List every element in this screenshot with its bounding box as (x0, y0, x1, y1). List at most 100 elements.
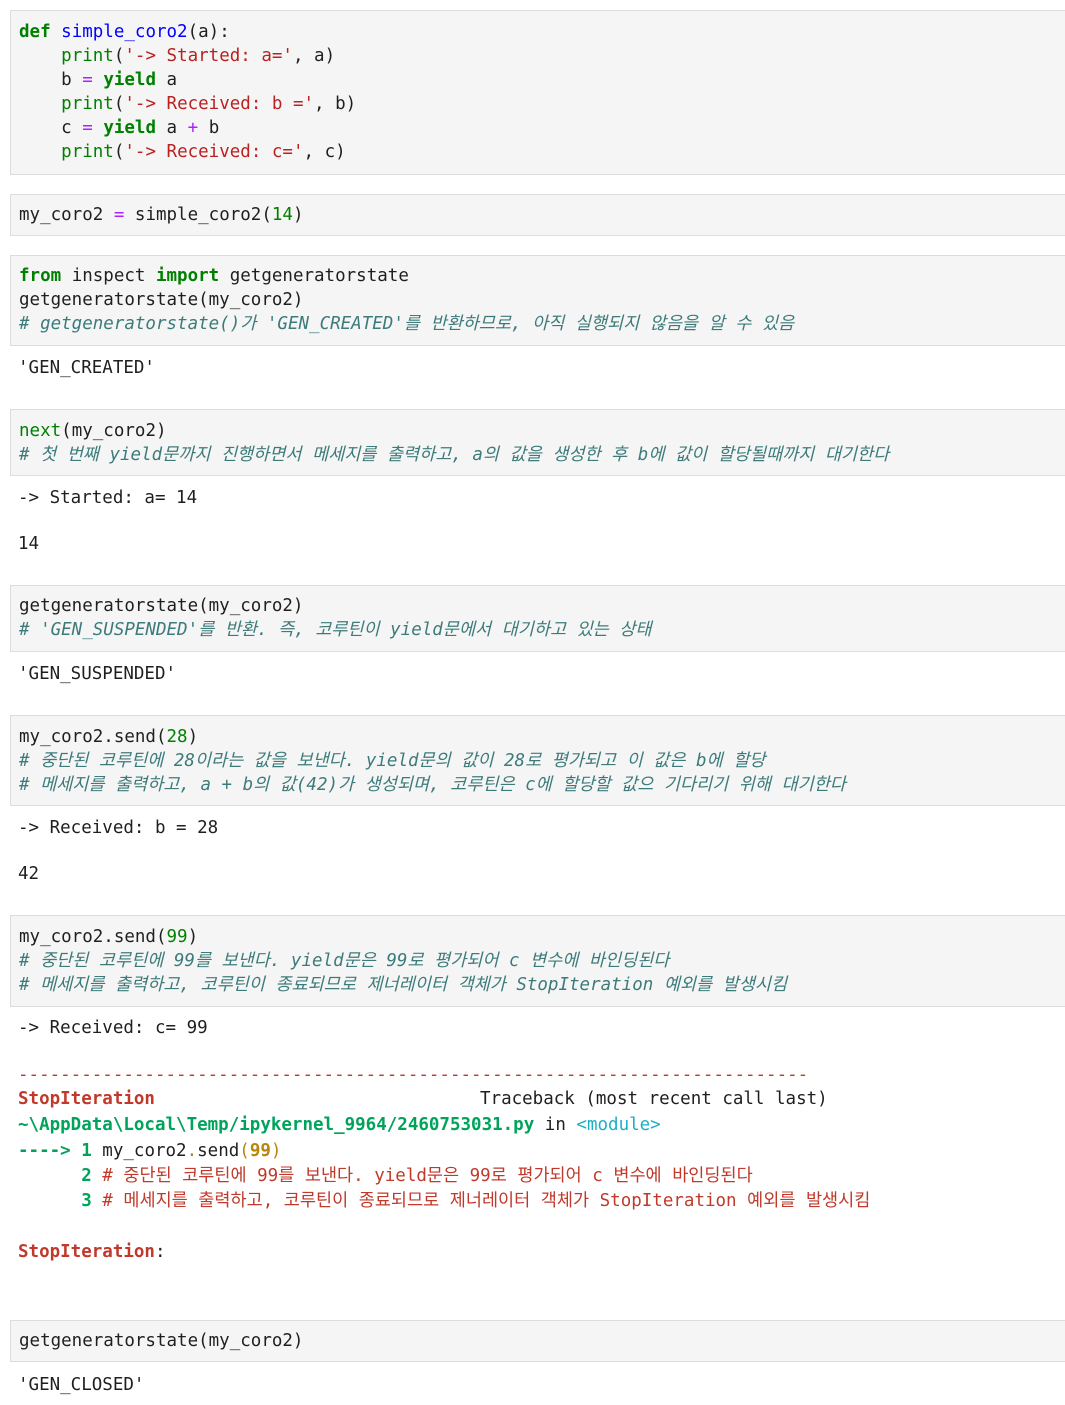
code-text: a (156, 70, 178, 90)
traceback-line-1: ----> 1 my_coro2.send(99) (18, 1139, 281, 1163)
line-number: 2 (18, 1166, 92, 1186)
code-line: my_coro2.send(99) (19, 925, 198, 949)
code-line: c = yield a + b (19, 116, 219, 140)
traceback-comment: # 중단된 코루틴에 99를 보낸다. yield문은 99로 평가되어 c 변… (91, 1166, 753, 1186)
builtin: print (61, 142, 114, 162)
code-text: b (198, 118, 220, 138)
number-literal: 99 (166, 927, 188, 947)
string-literal: '-> Received: b =' (124, 94, 315, 114)
code-cell-6[interactable]: my_coro2.send(28) # 중단된 코루틴에 28이라는 값을 보낸… (10, 715, 1065, 806)
string-literal: '-> Received: c=' (124, 142, 304, 162)
traceback-header-right: Traceback (most recent call last) (480, 1089, 828, 1109)
code-text: : (154, 1242, 166, 1262)
code-text: ( (113, 46, 125, 66)
code-comment: # 중단된 코루틴에 99를 보낸다. yield문은 99로 평가되어 c 변… (19, 951, 670, 971)
code-text: my_coro2 (19, 205, 114, 225)
code-text: c (61, 118, 83, 138)
traceback-separator: ----------------------------------------… (18, 1065, 809, 1085)
cell-output: 42 (18, 864, 40, 884)
operator: + (187, 118, 199, 138)
traceback-module: <module> (576, 1115, 661, 1135)
code-cell-8[interactable]: getgeneratorstate(my_coro2) (10, 1320, 1065, 1362)
code-text: (my_coro2) (61, 421, 167, 441)
code-text: , c) (303, 142, 346, 162)
code-text: my_coro2 (91, 1141, 187, 1161)
code-cell-7[interactable]: my_coro2.send(99) # 중단된 코루틴에 99를 보낸다. yi… (10, 915, 1065, 1007)
cell-stdout: -> Received: b = 28 (18, 818, 219, 838)
keyword: yield (103, 70, 157, 90)
code-cell-3[interactable]: from inspect import getgeneratorstate ge… (10, 255, 1065, 346)
code-line: print('-> Started: a=', a) (19, 44, 335, 68)
operator: = (82, 118, 93, 138)
code-text: ( (113, 94, 125, 114)
code-text: (a): (187, 22, 230, 42)
operator: = (113, 205, 125, 225)
builtin: next (19, 421, 62, 441)
cell-stdout: -> Started: a= 14 (18, 488, 198, 508)
code-comment: # 중단된 코루틴에 28이라는 값을 보낸다. yield문의 값이 28로 … (19, 751, 766, 771)
code-cell-2[interactable]: my_coro2 = simple_coro2(14) (10, 194, 1065, 236)
code-text: , a) (292, 46, 336, 66)
code-line: getgeneratorstate(my_coro2) (19, 1331, 304, 1351)
code-line: getgeneratorstate(my_coro2) (19, 290, 304, 310)
keyword: from (19, 266, 62, 286)
code-text: getgeneratorstate (219, 266, 409, 286)
keyword: import (155, 266, 220, 286)
code-text: ) (187, 727, 199, 747)
code-comment: # 메세지를 출력하고, 코루틴이 종료되므로 제너레이터 객체가 StopIt… (19, 975, 788, 995)
traceback-comment: # 메세지를 출력하고, 코루틴이 종료되므로 제너레이터 객체가 StopIt… (91, 1191, 871, 1211)
cell-output: 'GEN_SUSPENDED' (18, 664, 177, 684)
code-line: b = yield a (19, 68, 177, 92)
code-comment: # 'GEN_SUSPENDED'를 반환. 즉, 코루틴이 yield문에서 … (19, 620, 652, 640)
code-line: from inspect import getgeneratorstate (19, 264, 409, 288)
code-comment: # 첫 번째 yield문까지 진행하면서 메세지를 출력하고, a의 값을 생… (19, 445, 890, 465)
code-text: ( (113, 142, 125, 162)
traceback-header: StopIteration (18, 1087, 155, 1111)
exception-name: StopIteration (18, 1242, 155, 1262)
code-text: a (156, 118, 188, 138)
string-literal: '-> Started: a=' (124, 46, 293, 66)
keyword: yield (103, 118, 157, 138)
number-literal: 99 (249, 1141, 271, 1161)
code-line: my_coro2.send(28) (19, 725, 198, 749)
keyword: def (19, 22, 51, 42)
code-line: next(my_coro2) (19, 419, 167, 443)
code-line: my_coro2 = simple_coro2(14) (19, 203, 304, 227)
code-cell-5[interactable]: getgeneratorstate(my_coro2) # 'GEN_SUSPE… (10, 585, 1065, 652)
code-text: ) (270, 1141, 282, 1161)
code-text: simple_coro2( (124, 205, 272, 225)
function-name: simple_coro2 (61, 22, 188, 42)
code-text: ) (187, 927, 199, 947)
traceback-line-3: 3 # 메세지를 출력하고, 코루틴이 종료되므로 제너레이터 객체가 Stop… (18, 1189, 870, 1213)
traceback-path: ~\AppData\Local\Temp/ipykernel_9964/2460… (18, 1115, 535, 1135)
exception-name: StopIteration (18, 1089, 155, 1109)
cell-output: 14 (18, 534, 40, 554)
code-line: getgeneratorstate(my_coro2) (19, 596, 304, 616)
code-text: in (534, 1115, 577, 1135)
code-line: print('-> Received: b =', b) (19, 92, 356, 116)
cell-stdout: -> Received: c= 99 (18, 1018, 208, 1038)
line-number: 3 (18, 1191, 92, 1211)
code-text: ) (292, 205, 304, 225)
traceback-final: StopIteration: (18, 1240, 166, 1264)
code-line: print('-> Received: c=', c) (19, 140, 346, 164)
code-text: , b) (314, 94, 357, 114)
code-text: my_coro2.send( (19, 927, 167, 947)
cell-output: 'GEN_CREATED' (18, 358, 155, 378)
cell-output: 'GEN_CLOSED' (18, 1375, 145, 1395)
traceback-line-2: 2 # 중단된 코루틴에 99를 보낸다. yield문은 99로 평가되어 c… (18, 1164, 753, 1188)
code-cell-4[interactable]: next(my_coro2) # 첫 번째 yield문까지 진행하면서 메세지… (10, 409, 1065, 476)
code-cell-1[interactable]: def simple_coro2(a): print('-> Started: … (10, 10, 1065, 175)
traceback-arrow: ----> 1 (18, 1141, 92, 1161)
code-text: ( (239, 1141, 250, 1161)
builtin: print (61, 46, 114, 66)
code-comment: # getgeneratorstate()가 'GEN_CREATED'를 반환… (19, 314, 795, 334)
builtin: print (61, 94, 114, 114)
